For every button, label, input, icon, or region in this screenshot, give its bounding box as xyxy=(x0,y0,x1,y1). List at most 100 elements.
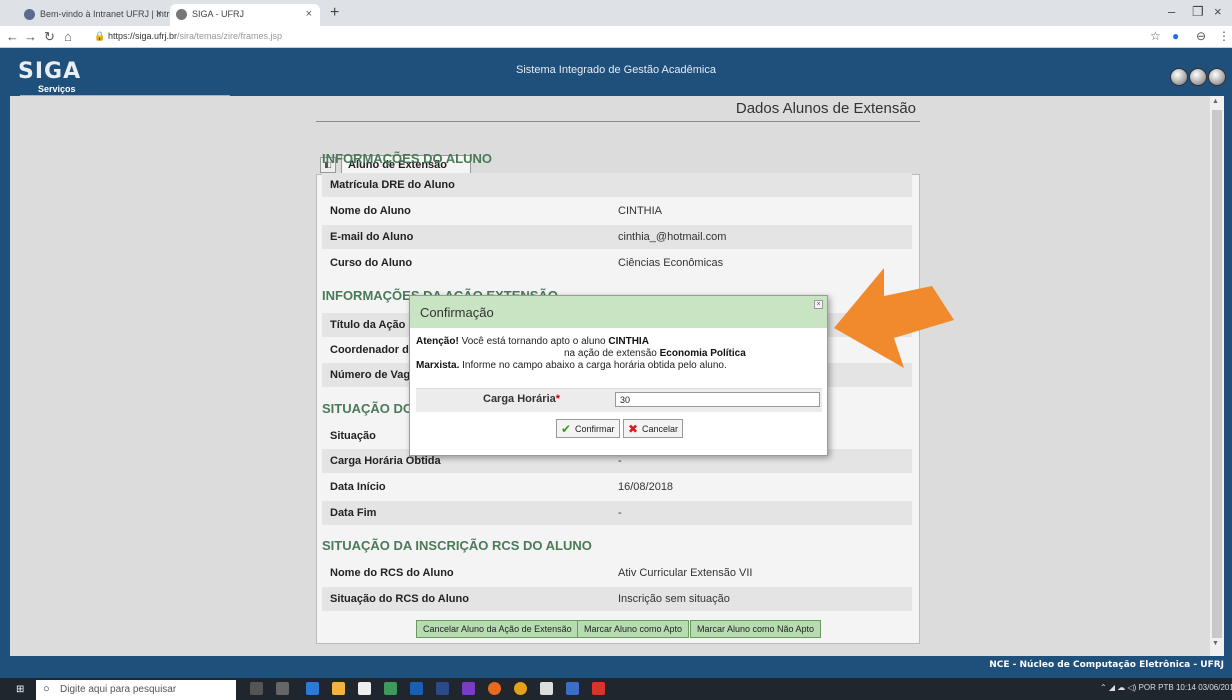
tray-icons: ⌃ ◢ ☁ ◁) xyxy=(1100,683,1137,692)
confirm-button[interactable]: ✔ Confirmar xyxy=(556,419,620,438)
message-text: Você está tornando apto o aluno xyxy=(461,336,606,347)
mark-apt-button[interactable]: Marcar Aluno como Apto xyxy=(577,620,690,638)
explorer-icon[interactable] xyxy=(332,682,345,695)
close-icon[interactable]: × xyxy=(306,8,312,20)
row-value: CINTHIA xyxy=(618,205,662,217)
mark-not-apt-button[interactable]: Marcar Aluno como Não Apto xyxy=(690,620,822,638)
row-value: Ativ Curricular Extensão VII xyxy=(618,567,753,579)
action-name-cont: Marxista. xyxy=(416,360,460,371)
address-bar: ← → ↻ ⌂ 🔒 https://siga.ufrj.br/sira/tema… xyxy=(0,26,1232,48)
app-icon[interactable] xyxy=(462,682,475,695)
browser-tab-intranet[interactable]: Bem-vindo à Intranet UFRJ | Intr × xyxy=(18,4,170,26)
extension-icon[interactable]: ● xyxy=(1172,29,1179,43)
row-value: cinthia_@hotmail.com xyxy=(618,231,727,243)
taskbar-search[interactable]: ○ Digite aqui para pesquisar xyxy=(36,680,236,700)
word-icon[interactable] xyxy=(410,682,423,695)
mic-icon[interactable] xyxy=(250,682,263,695)
language-indicator: POR xyxy=(1138,683,1156,692)
table-row: Matrícula DRE do Aluno xyxy=(322,173,912,197)
forward-icon[interactable]: → xyxy=(24,29,37,44)
row-label: Título da Ação xyxy=(330,319,406,331)
table-row: Nome do Aluno CINTHIA xyxy=(322,199,912,223)
row-label: Situação do RCS do Aluno xyxy=(330,593,469,605)
carga-horaria-input[interactable] xyxy=(615,392,820,407)
lock-icon: 🔒 xyxy=(94,31,106,41)
row-value: - xyxy=(618,507,622,519)
app-icon[interactable] xyxy=(384,682,397,695)
action-name: Economia Política xyxy=(659,348,746,359)
row-label: Data Início xyxy=(330,481,386,493)
cancel-student-button[interactable]: Cancelar Aluno da Ação de Extensão xyxy=(416,620,579,638)
favicon-icon xyxy=(176,9,187,20)
menu-icon[interactable]: ⋮ xyxy=(1218,29,1230,43)
row-value: Inscrição sem situação xyxy=(618,593,730,605)
edge-icon[interactable] xyxy=(306,682,319,695)
browser-tab-siga[interactable]: SIGA - UFRJ × xyxy=(170,4,320,26)
cancel-button[interactable]: ✖ Cancelar xyxy=(623,419,684,438)
reload-icon[interactable]: ↻ xyxy=(44,29,55,45)
scrollbar-thumb[interactable] xyxy=(1212,110,1222,638)
system-tray[interactable]: ⌃ ◢ ☁ ◁) POR PTB 10:14 03/06/2019 xyxy=(1100,683,1232,692)
search-placeholder: Digite aqui para pesquisar xyxy=(60,684,177,695)
browser-tab-label: Bem-vindo à Intranet UFRJ | Intr xyxy=(40,9,170,19)
row-label: Matrícula DRE do Aluno xyxy=(330,179,455,191)
header-button-1-icon[interactable] xyxy=(1170,68,1188,86)
table-row: Curso do Aluno Ciências Econômicas xyxy=(322,251,912,275)
minimize-button[interactable]: – xyxy=(1168,4,1175,19)
url-field[interactable]: https://siga.ufrj.br/sira/temas/zire/fra… xyxy=(108,31,282,41)
header-button-3-icon[interactable] xyxy=(1208,68,1226,86)
maximize-button[interactable]: ❐ xyxy=(1192,4,1204,20)
app-icon[interactable] xyxy=(592,682,605,695)
task-view-icon[interactable] xyxy=(276,682,289,695)
table-row: Data Início 16/08/2018 xyxy=(322,475,912,499)
field-label: Carga Horária xyxy=(483,393,556,405)
back-icon[interactable]: ← xyxy=(6,29,19,44)
footer-text: NCE - Núcleo de Computação Eletrônica - … xyxy=(989,660,1224,670)
clock-time: 10:14 xyxy=(1175,683,1196,692)
section-aluno-heading: INFORMAÇÕES DO ALUNO xyxy=(322,151,492,166)
chrome-icon[interactable] xyxy=(514,682,527,695)
close-window-button[interactable]: × xyxy=(1214,4,1222,19)
system-title: Sistema Integrado de Gestão Acadêmica xyxy=(516,64,716,76)
app-icon[interactable] xyxy=(566,682,579,695)
required-mark: * xyxy=(555,393,561,405)
mail-icon[interactable] xyxy=(540,682,553,695)
star-icon[interactable]: ☆ xyxy=(1150,29,1161,43)
scroll-up-icon[interactable]: ▲ xyxy=(1212,98,1219,105)
attention-text: Atenção! xyxy=(416,336,459,347)
app-icon[interactable] xyxy=(436,682,449,695)
row-label: E-mail do Aluno xyxy=(330,231,414,243)
message-text: Informe no campo abaixo a carga horária … xyxy=(462,360,727,371)
arrow-annotation-icon xyxy=(834,268,954,368)
cancel-label: Cancelar xyxy=(642,424,679,434)
url-path: /sira/temas/zire/frames.jsp xyxy=(177,31,283,41)
table-row: E-mail do Aluno cinthia_@hotmail.com xyxy=(322,225,912,249)
carga-horaria-label: Carga Horária* xyxy=(483,393,560,405)
firefox-icon[interactable] xyxy=(488,682,501,695)
close-icon[interactable]: × xyxy=(156,8,162,20)
close-icon[interactable]: × xyxy=(814,300,823,309)
browser-tab-label: SIGA - UFRJ xyxy=(192,9,245,19)
table-row: Data Fim - xyxy=(322,501,912,525)
header-button-2-icon[interactable] xyxy=(1189,68,1207,86)
frame-border-right xyxy=(1224,96,1232,656)
table-row: Nome do RCS do Aluno Ativ Curricular Ext… xyxy=(322,561,912,585)
scroll-down-icon[interactable]: ▼ xyxy=(1212,640,1219,647)
section-rcs-heading: SITUAÇÃO DA INSCRIÇÃO RCS DO ALUNO xyxy=(322,538,592,553)
url-host: https://siga.ufrj.br xyxy=(108,31,178,41)
student-name: CINTHIA xyxy=(608,336,649,347)
cancel-x-icon: ✖ xyxy=(628,422,639,436)
home-icon[interactable]: ⌂ xyxy=(64,29,72,44)
services-menu[interactable]: Serviços xyxy=(38,84,76,94)
new-tab-button[interactable]: + xyxy=(330,4,339,22)
confirm-label: Confirmar xyxy=(575,424,615,434)
account-icon[interactable]: ⊖ xyxy=(1196,29,1206,43)
row-label: Número de Vag xyxy=(330,369,411,381)
clock-date: 03/06/2019 xyxy=(1198,683,1232,692)
row-label: Coordenador d xyxy=(330,344,409,356)
row-label: Curso do Aluno xyxy=(330,257,413,269)
windows-icon[interactable]: ⊞ xyxy=(16,684,24,695)
keyboard-layout: PTB xyxy=(1158,683,1174,692)
table-row: Situação do RCS do Aluno Inscrição sem s… xyxy=(322,587,912,611)
store-icon[interactable] xyxy=(358,682,371,695)
